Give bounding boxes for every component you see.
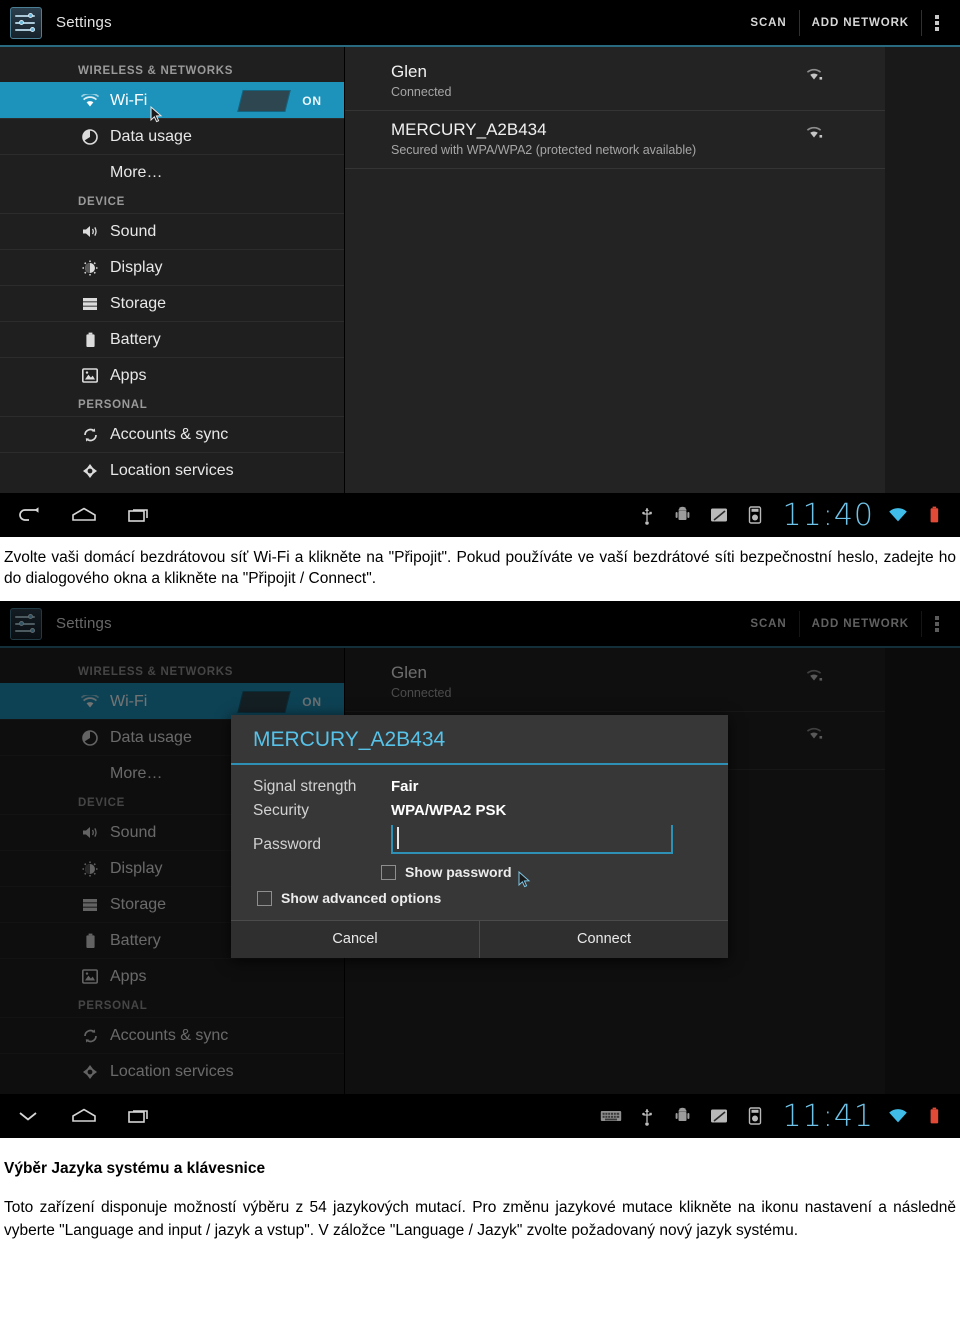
sidebar-item-accounts-sync[interactable]: Accounts & sync bbox=[0, 416, 344, 452]
back-arrow-icon[interactable] bbox=[0, 493, 56, 537]
sidebar-item-more[interactable]: More… bbox=[0, 154, 344, 190]
screenshot-wifi-password-dialog: Settings SCAN ADD NETWORK WIRELESS & NET… bbox=[0, 601, 960, 1138]
screenshot-wifi-list: Settings SCAN ADD NETWORK WIRELESS & NET… bbox=[0, 0, 960, 537]
battery-icon bbox=[919, 1101, 949, 1131]
sidebar-item-label: Accounts & sync bbox=[110, 425, 229, 443]
sidebar-item-label: More… bbox=[110, 163, 163, 181]
sidebar-item-location-services[interactable]: Location services bbox=[0, 452, 344, 488]
location-icon bbox=[80, 461, 100, 481]
chevron-down-icon[interactable] bbox=[0, 1094, 56, 1138]
add-network-button[interactable]: ADD NETWORK bbox=[800, 17, 921, 29]
data-usage-icon bbox=[80, 127, 100, 147]
signal-strength-row: Signal strength Fair bbox=[231, 775, 728, 799]
sidebar-group-header-device: DEVICE bbox=[78, 196, 126, 208]
show-password-checkbox[interactable] bbox=[381, 864, 396, 880]
apps-icon bbox=[80, 366, 100, 386]
cancel-button[interactable]: Cancel bbox=[231, 921, 479, 958]
wifi-network-list: Glen Connected MERCURY_A2B434 Secured wi… bbox=[345, 47, 960, 495]
usb-icon bbox=[632, 1101, 662, 1131]
usb-icon bbox=[632, 500, 662, 530]
security-value: WPA/WPA2 PSK bbox=[391, 802, 507, 819]
home-icon[interactable] bbox=[56, 493, 112, 537]
settings-chip-icon bbox=[740, 500, 770, 530]
password-label: Password bbox=[253, 836, 322, 853]
settings-chip-icon bbox=[740, 1101, 770, 1131]
text-caret bbox=[397, 827, 399, 849]
toggle-thumb bbox=[237, 89, 291, 112]
storage-icon bbox=[80, 294, 100, 314]
sidebar-item-display[interactable]: Display bbox=[0, 249, 344, 285]
wifi-signal-icon bbox=[805, 125, 823, 144]
clock: 11:41 bbox=[782, 1098, 874, 1134]
android-debug-icon bbox=[668, 500, 698, 530]
clock: 11:40 bbox=[782, 497, 874, 533]
security-label: Security bbox=[253, 802, 309, 819]
security-row: Security WPA/WPA2 PSK bbox=[231, 799, 728, 823]
show-advanced-options-label: Show advanced options bbox=[281, 890, 442, 906]
password-row: Password bbox=[231, 823, 728, 854]
sync-icon bbox=[80, 425, 100, 445]
sidebar-item-label: Wi-Fi bbox=[110, 91, 148, 109]
wifi-toggle[interactable]: ON bbox=[237, 89, 336, 112]
wifi-network-item[interactable]: Glen Connected bbox=[345, 53, 885, 111]
sidebar-item-label: Battery bbox=[110, 330, 161, 348]
caption-paragraph-1: Zvolte vaši domácí bezdrátovou síť Wi-Fi… bbox=[4, 549, 956, 587]
recent-apps-icon[interactable] bbox=[112, 493, 168, 537]
android-debug-icon bbox=[668, 1101, 698, 1131]
battery-icon bbox=[80, 330, 100, 350]
wifi-signal-icon bbox=[805, 67, 823, 86]
show-password-checkbox-row[interactable]: Show password bbox=[231, 854, 728, 884]
sidebar-item-label: Apps bbox=[110, 366, 147, 384]
dialog-body: Signal strength Fair Security WPA/WPA2 P… bbox=[231, 765, 728, 920]
scan-button[interactable]: SCAN bbox=[738, 17, 798, 29]
sidebar-item-label: Data usage bbox=[110, 127, 192, 145]
keyboard-icon bbox=[596, 1101, 626, 1131]
sidebar-item-label: Location services bbox=[110, 461, 234, 479]
sidebar-item-data-usage[interactable]: Data usage bbox=[0, 118, 344, 154]
recent-apps-icon[interactable] bbox=[112, 1094, 168, 1138]
wifi-signal-icon bbox=[883, 500, 913, 530]
dialog-title: MERCURY_A2B434 bbox=[231, 715, 728, 765]
sd-card-icon bbox=[704, 1101, 734, 1131]
body-paragraph: Toto zařízení disponuje možností výběru … bbox=[4, 1199, 956, 1239]
show-advanced-options-checkbox[interactable] bbox=[257, 890, 272, 906]
wifi-network-item[interactable]: MERCURY_A2B434 Secured with WPA/WPA2 (pr… bbox=[345, 111, 885, 169]
sidebar-item-battery[interactable]: Battery bbox=[0, 321, 344, 357]
sound-icon bbox=[80, 222, 100, 242]
system-navigation-bar: 11:40 bbox=[0, 493, 960, 537]
toggle-state-label: ON bbox=[302, 93, 322, 108]
battery-icon bbox=[919, 500, 949, 530]
wifi-password-dialog: MERCURY_A2B434 Signal strength Fair Secu… bbox=[231, 715, 728, 958]
signal-strength-label: Signal strength bbox=[253, 778, 357, 795]
settings-app-icon bbox=[10, 6, 42, 39]
sidebar-group-header-wireless: WIRELESS & NETWORKS bbox=[78, 65, 234, 77]
sidebar-item-label: Display bbox=[110, 258, 163, 276]
show-password-label: Show password bbox=[405, 864, 512, 880]
sd-card-icon bbox=[704, 500, 734, 530]
sidebar-item-apps[interactable]: Apps bbox=[0, 357, 344, 393]
connect-button[interactable]: Connect bbox=[479, 921, 728, 958]
sidebar-item-wifi[interactable]: Wi-Fi ON bbox=[0, 82, 344, 118]
home-icon[interactable] bbox=[56, 1094, 112, 1138]
action-bar: Settings SCAN ADD NETWORK bbox=[0, 0, 960, 47]
dialog-button-bar: Cancel Connect bbox=[231, 920, 728, 958]
settings-sidebar: WIRELESS & NETWORKS Wi-Fi ON Data usage … bbox=[0, 47, 345, 495]
show-advanced-checkbox-row[interactable]: Show advanced options bbox=[231, 884, 728, 916]
section-heading: Výběr Jazyka systému a klávesnice bbox=[4, 1160, 266, 1177]
sidebar-item-label: Storage bbox=[110, 294, 167, 312]
signal-strength-value: Fair bbox=[391, 778, 419, 795]
password-input[interactable] bbox=[391, 825, 673, 854]
wifi-signal-icon bbox=[883, 1101, 913, 1131]
overflow-menu-icon[interactable] bbox=[922, 8, 952, 38]
system-navigation-bar: 11:41 bbox=[0, 1094, 960, 1138]
sidebar-group-header-personal: PERSONAL bbox=[78, 399, 148, 411]
settings-body: WIRELESS & NETWORKS Wi-Fi ON Data usage … bbox=[0, 47, 960, 495]
wifi-icon bbox=[80, 91, 100, 111]
sidebar-item-storage[interactable]: Storage bbox=[0, 285, 344, 321]
sidebar-item-sound[interactable]: Sound bbox=[0, 213, 344, 249]
app-title: Settings bbox=[56, 14, 112, 31]
sidebar-item-label: Sound bbox=[110, 222, 157, 240]
display-icon bbox=[80, 258, 100, 278]
